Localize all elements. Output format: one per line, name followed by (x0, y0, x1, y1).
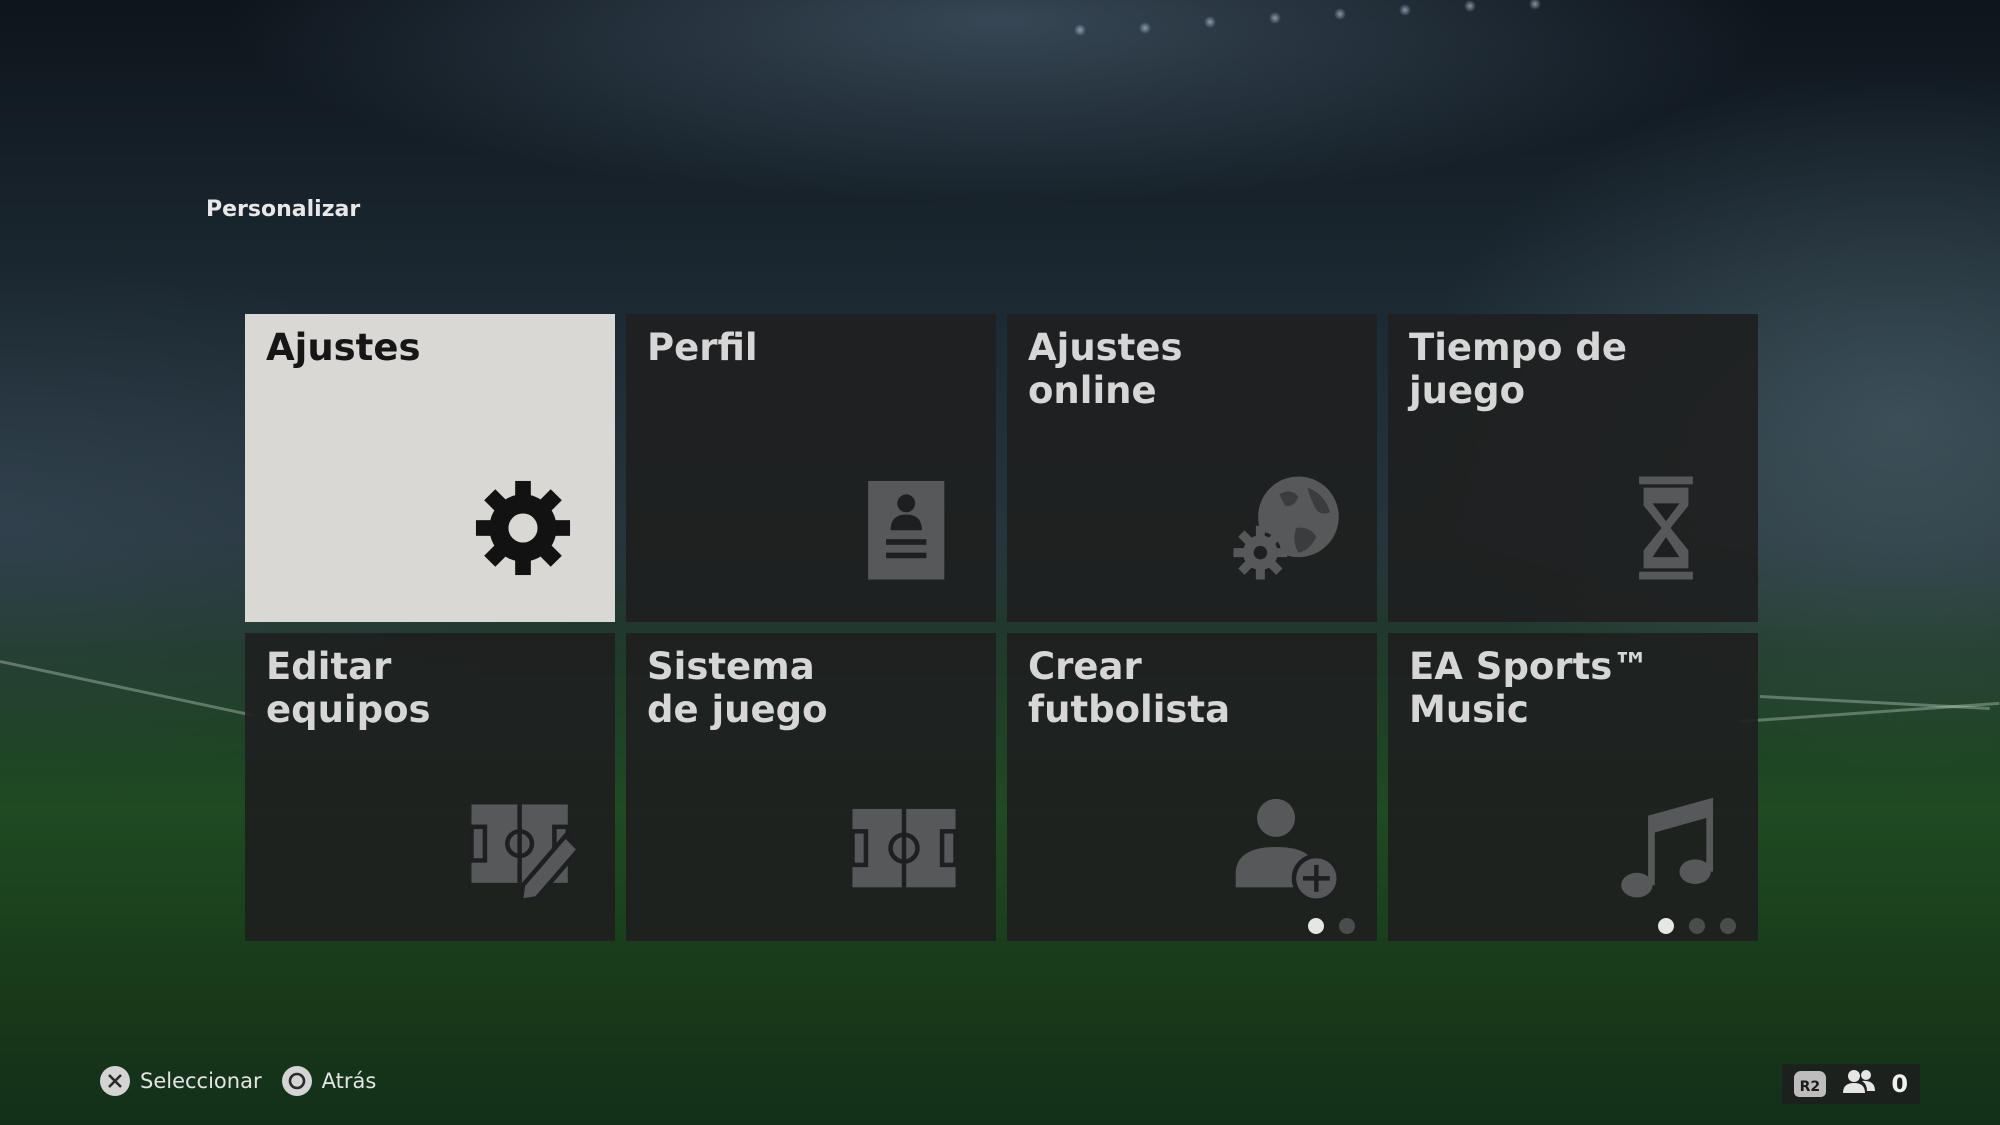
tile-label: Crear futbolista (1028, 645, 1231, 731)
page-dot (1689, 918, 1705, 934)
page-title: Personalizar (206, 197, 361, 222)
friends-icon (1842, 1068, 1876, 1100)
pitch-line (1759, 695, 1990, 711)
tile-crear-futbolista[interactable]: Crear futbolista (1007, 633, 1377, 941)
globe-gear-icon (1229, 472, 1341, 584)
tile-label: Ajustes online (1028, 326, 1183, 412)
page-indicator (1308, 918, 1355, 934)
page-dot-active (1658, 918, 1674, 934)
cross-button-icon (100, 1066, 130, 1096)
main-menu-screen: Personalizar Ajustes Perfil Ajustes onli… (0, 0, 2000, 1125)
gear-icon (467, 472, 579, 584)
tile-ea-sports-music[interactable]: EA Sports™ Music (1388, 633, 1758, 941)
tile-ajustes[interactable]: Ajustes (245, 314, 615, 622)
tile-label: Perfil (647, 326, 758, 369)
menu-grid: Ajustes Perfil Ajustes online Tiempo de … (245, 314, 1758, 941)
tile-label: Sistema de juego (647, 645, 828, 731)
page-dot-active (1308, 918, 1324, 934)
add-user-icon (1229, 791, 1341, 903)
tile-label: Ajustes (266, 326, 421, 369)
tile-tiempo-de-juego[interactable]: Tiempo de juego (1388, 314, 1758, 622)
pitch-edit-icon (467, 791, 579, 903)
tile-label: Editar equipos (266, 645, 431, 731)
page-indicator (1658, 918, 1736, 934)
tile-ajustes-online[interactable]: Ajustes online (1007, 314, 1377, 622)
page-dot (1720, 918, 1736, 934)
select-label: Seleccionar (140, 1069, 262, 1093)
back-label: Atrás (321, 1069, 377, 1093)
back-hint[interactable]: Atrás (281, 1066, 377, 1096)
pitch-line (0, 660, 255, 718)
profile-card-icon (848, 472, 960, 584)
friends-indicator[interactable]: R2 0 (1782, 1064, 1920, 1104)
page-dot (1339, 918, 1355, 934)
music-note-icon (1610, 791, 1722, 903)
stadium-lights (0, 0, 2000, 300)
r2-button-icon: R2 (1793, 1071, 1826, 1097)
hourglass-icon (1610, 472, 1722, 584)
select-hint[interactable]: Seleccionar (100, 1066, 262, 1096)
circle-button-icon (281, 1066, 312, 1096)
tile-label: EA Sports™ Music (1409, 645, 1650, 731)
button-hints: Seleccionar Atrás (100, 1066, 376, 1096)
friends-count: 0 (1891, 1070, 1909, 1098)
tile-perfil[interactable]: Perfil (626, 314, 996, 622)
tile-editar-equipos[interactable]: Editar equipos (245, 633, 615, 941)
tile-sistema-de-juego[interactable]: Sistema de juego (626, 633, 996, 941)
tile-label: Tiempo de juego (1409, 326, 1627, 412)
pitch-icon (848, 791, 960, 903)
